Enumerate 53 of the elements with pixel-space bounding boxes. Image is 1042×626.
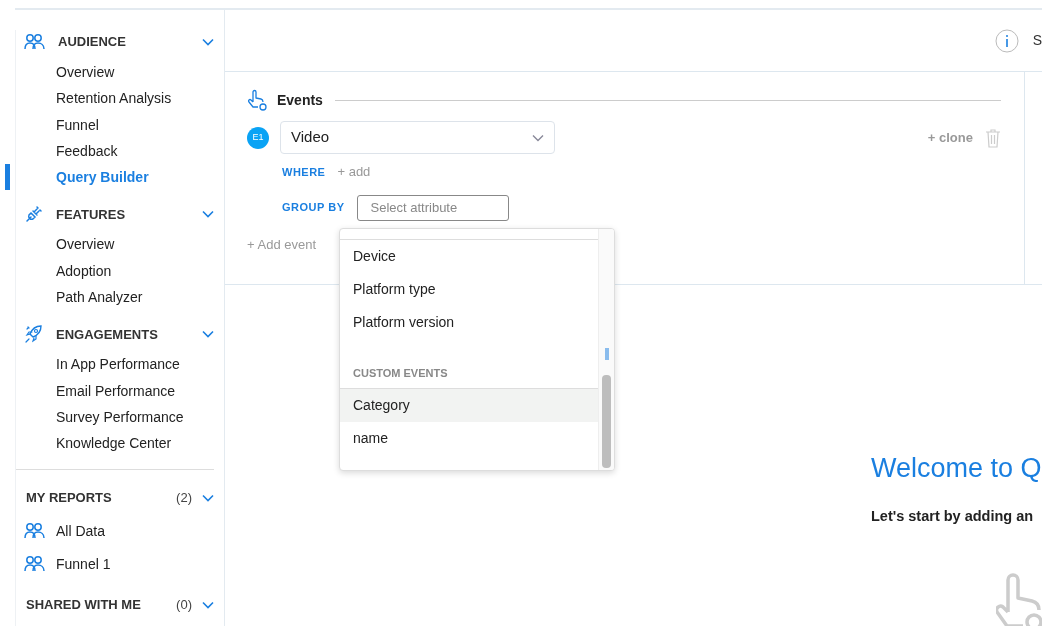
chevron-icon bbox=[532, 133, 544, 142]
sidebar-item[interactable]: Survey Performance bbox=[16, 403, 224, 431]
report-count: (0) bbox=[176, 595, 192, 614]
section-title: ENGAGEMENTS bbox=[56, 325, 159, 344]
sidebar-item[interactable]: Path Analyzer bbox=[16, 284, 224, 311]
sidebar-item[interactable]: Query Builder bbox=[16, 164, 224, 191]
chevron-icon[interactable] bbox=[202, 600, 214, 609]
sidebar-item[interactable]: Overview bbox=[16, 231, 224, 258]
hand-gear-drawing bbox=[996, 572, 1042, 626]
chevron-icon[interactable] bbox=[202, 330, 214, 339]
people-icon bbox=[24, 555, 46, 574]
scrollbar-thumb[interactable] bbox=[602, 375, 611, 468]
dropdown-option[interactable]: Platform type bbox=[340, 273, 598, 306]
plug-icon bbox=[24, 204, 44, 225]
dropdown-option[interactable]: Category bbox=[340, 388, 598, 422]
section-title: SHARED WITH ME bbox=[26, 595, 142, 614]
sidebar-item[interactable]: Adoption bbox=[16, 257, 224, 285]
hand-gear-icon bbox=[247, 88, 269, 112]
report-count: (2) bbox=[176, 488, 192, 507]
section-title: FEATURES bbox=[56, 205, 127, 224]
selection-indicator bbox=[5, 164, 10, 191]
group-heading: CUSTOM EVENTS bbox=[340, 344, 598, 389]
chevron-icon[interactable] bbox=[202, 38, 214, 46]
toolbar-label[interactable]: S bbox=[1032, 30, 1042, 51]
dropdown-option[interactable]: Device bbox=[340, 240, 598, 273]
resize-handle-icon bbox=[605, 348, 609, 360]
sidebar-item[interactable]: Overview bbox=[16, 59, 224, 86]
dropdown-option[interactable]: name bbox=[340, 421, 598, 455]
section-title: AUDIENCE bbox=[58, 33, 127, 52]
people-icon bbox=[24, 33, 46, 51]
sidebar-item[interactable]: Funnel bbox=[16, 111, 224, 138]
group-by-label: GROUP BY bbox=[282, 200, 345, 216]
sidebar-item[interactable]: Email Performance bbox=[16, 377, 224, 404]
sidebar-item[interactable]: In App Performance bbox=[16, 351, 224, 378]
chevron-icon[interactable] bbox=[202, 493, 214, 502]
rocket-icon bbox=[24, 324, 44, 345]
event-badge: E1 bbox=[247, 126, 269, 149]
chevron-icon[interactable] bbox=[202, 210, 214, 219]
section-title: Events bbox=[277, 90, 323, 110]
sidebar-item[interactable]: Knowledge Center bbox=[16, 430, 224, 457]
welcome-subtitle: Let's start by adding an bbox=[871, 506, 1035, 526]
section-title: MY REPORTS bbox=[26, 488, 113, 507]
people-icon bbox=[24, 522, 46, 541]
sidebar-item[interactable]: Retention Analysis bbox=[16, 85, 224, 112]
event-select[interactable]: Video bbox=[280, 121, 555, 154]
where-label: WHERE bbox=[282, 164, 326, 180]
report-link[interactable]: All Data bbox=[56, 520, 106, 542]
sidebar-item[interactable]: Feedback bbox=[16, 137, 224, 165]
report-link[interactable]: Funnel 1 bbox=[56, 553, 111, 575]
info-icon[interactable] bbox=[994, 28, 1019, 53]
attribute-input[interactable]: Select attribute bbox=[357, 194, 510, 221]
welcome-title: Welcome to Q bbox=[871, 452, 1042, 485]
dropdown-option[interactable]: Platform version bbox=[340, 306, 598, 339]
